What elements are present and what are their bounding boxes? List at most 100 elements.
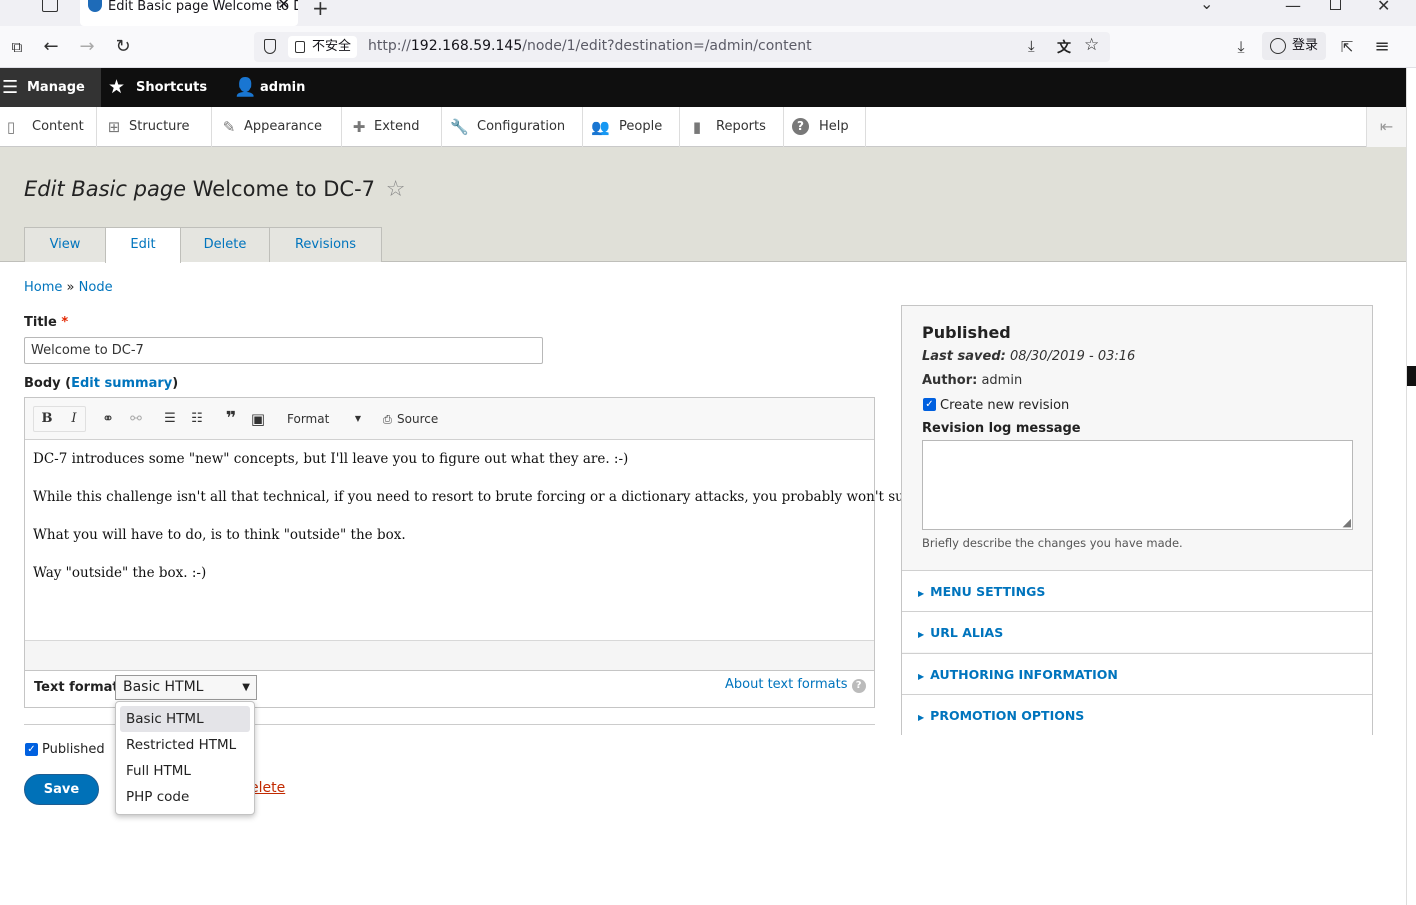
format-label: Format: [287, 412, 330, 426]
format-option[interactable]: Full HTML: [120, 758, 250, 784]
appearance-icon: ✎: [222, 118, 236, 136]
tracking-protection-icon[interactable]: [264, 39, 276, 54]
translate-icon[interactable]: 文: [1057, 37, 1071, 57]
bold-icon[interactable]: B: [37, 409, 57, 429]
bookmark-star-icon[interactable]: ☆: [1084, 35, 1099, 55]
extensions-icon[interactable]: ⇱: [1334, 34, 1360, 60]
downloads-icon[interactable]: ⤓: [1228, 34, 1254, 60]
blockquote-icon[interactable]: ❞: [221, 409, 241, 429]
reload-icon[interactable]: ↻: [110, 34, 136, 60]
tray-item-help[interactable]: ? Help: [784, 107, 866, 147]
minimize-icon[interactable]: —: [1285, 0, 1301, 15]
promotion-options-toggle[interactable]: ▶ Promotion options: [902, 694, 1372, 735]
source-button[interactable]: ⎙ Source: [381, 409, 443, 429]
body-label: Body (Edit summary): [24, 376, 179, 391]
help-icon: ?: [792, 118, 809, 135]
about-text-formats[interactable]: About text formats ?: [725, 677, 866, 693]
login-label: 登录: [1292, 38, 1319, 53]
body-paragraph: Way "outside" the box. :-): [33, 565, 207, 581]
user-button[interactable]: 👤 admin: [234, 68, 305, 107]
url-text[interactable]: http://192.168.59.145/node/1/edit?destin…: [368, 38, 812, 54]
tray-item-structure[interactable]: ⊞ Structure: [97, 107, 212, 147]
bulleted-list-icon[interactable]: ☰: [160, 409, 180, 429]
tab-delete[interactable]: Delete: [180, 227, 270, 262]
tray-label: Reports: [716, 119, 766, 134]
author-info: Author: admin: [922, 373, 1023, 388]
breadcrumb-node[interactable]: Node: [79, 280, 113, 295]
authoring-information-toggle[interactable]: ▶ Authoring information: [902, 653, 1372, 694]
manage-button[interactable]: ☰ Manage: [0, 68, 101, 107]
required-mark: *: [61, 315, 69, 330]
drupal-toolbar: ☰ Manage ★ Shortcuts 👤 admin: [0, 68, 1406, 107]
breadcrumb-separator: »: [66, 280, 75, 295]
italic-icon[interactable]: I: [64, 409, 84, 429]
shortcuts-button[interactable]: ★ Shortcuts: [108, 68, 207, 107]
tray-item-configuration[interactable]: 🔧 Configuration: [442, 107, 583, 147]
back-icon[interactable]: ←: [38, 34, 64, 60]
tray-item-appearance[interactable]: ✎ Appearance: [212, 107, 342, 147]
edit-summary-link[interactable]: Edit summary: [71, 376, 172, 391]
shortcuts-label: Shortcuts: [136, 80, 208, 95]
list-all-tabs-icon[interactable]: ⌄: [1200, 0, 1213, 13]
forward-icon[interactable]: →: [74, 34, 100, 60]
format-dropdown[interactable]: Format ▼: [281, 409, 371, 429]
browser-tab[interactable]: Edit Basic page Welcome to D ✕: [80, 0, 298, 26]
expand-triangle-icon: ▶: [918, 672, 925, 681]
breadcrumb-home[interactable]: Home: [24, 280, 62, 295]
tab-list-icon[interactable]: [42, 0, 58, 12]
editor-path-bar: [25, 640, 874, 670]
new-revision-checkbox[interactable]: ✓: [923, 398, 936, 411]
account-button[interactable]: 登录: [1262, 32, 1326, 60]
help-icon: ?: [851, 679, 866, 693]
close-tab-icon[interactable]: ✕: [277, 0, 290, 12]
title-input[interactable]: Welcome to DC-7: [24, 337, 543, 364]
tab-revisions[interactable]: Revisions: [269, 227, 382, 262]
link-icon[interactable]: ⚭: [98, 409, 118, 429]
editor-content[interactable]: DC-7 introduces some "new" concepts, but…: [25, 440, 948, 640]
format-option[interactable]: PHP code: [120, 784, 250, 810]
scrollbar-thumb[interactable]: [1407, 366, 1416, 386]
shortcut-star-icon[interactable]: ☆: [386, 177, 406, 202]
tab-edit[interactable]: Edit: [105, 227, 181, 263]
tray-item-reports[interactable]: ▮ Reports: [680, 107, 784, 147]
unlink-icon[interactable]: ⚯: [126, 409, 146, 429]
tray-label: Configuration: [477, 119, 566, 134]
title-label: Title *: [24, 315, 69, 330]
published-label: Published: [42, 742, 105, 757]
revision-log-textarea[interactable]: ◢: [922, 440, 1353, 530]
resize-handle-icon[interactable]: ◢: [1343, 516, 1351, 529]
text-format-label: Text format: [34, 680, 119, 695]
tray-item-people[interactable]: 👥 People: [583, 107, 680, 147]
maximize-icon[interactable]: [1330, 0, 1341, 10]
save-page-icon[interactable]: ⤓: [1028, 37, 1035, 55]
user-label: admin: [260, 80, 306, 95]
tray-item-content[interactable]: ▯ Content: [0, 107, 97, 147]
sidebar-toggle-icon[interactable]: ⧉: [4, 34, 30, 60]
menu-settings-toggle[interactable]: ▶ Menu settings: [902, 570, 1372, 611]
connection-not-secure[interactable]: 不安全: [288, 36, 358, 58]
revision-log-label: Revision log message: [922, 421, 1081, 436]
tab-view[interactable]: View: [24, 227, 106, 262]
star-icon: ★: [108, 76, 126, 98]
save-button[interactable]: Save: [24, 774, 99, 805]
url-bar[interactable]: 不安全 http://192.168.59.145/node/1/edit?de…: [254, 32, 1110, 62]
new-tab-icon[interactable]: +: [312, 0, 329, 20]
text-format-select[interactable]: Basic HTML ▼: [115, 675, 257, 700]
source-label: Source: [397, 412, 439, 426]
manage-label: Manage: [27, 80, 85, 95]
body-paragraph: DC-7 introduces some "new" concepts, but…: [33, 451, 629, 467]
delete-link[interactable]: elete: [250, 780, 285, 796]
url-alias-toggle[interactable]: ▶ URL alias: [902, 611, 1372, 652]
chevron-down-icon: ▼: [354, 414, 361, 423]
published-checkbox[interactable]: ✓: [25, 743, 38, 756]
format-option[interactable]: Restricted HTML: [120, 732, 250, 758]
image-icon[interactable]: ▣: [248, 409, 268, 429]
close-window-icon[interactable]: ✕: [1377, 0, 1390, 15]
hamburger-icon: ☰: [2, 77, 19, 98]
format-option[interactable]: Basic HTML: [120, 706, 250, 732]
collapse-tray-icon[interactable]: ⇤: [1366, 107, 1406, 147]
numbered-list-icon[interactable]: ☷: [187, 409, 207, 429]
tray-item-extend[interactable]: ✚ Extend: [342, 107, 442, 147]
about-text-formats-link[interactable]: About text formats: [725, 677, 848, 692]
menu-icon[interactable]: ≡: [1369, 34, 1395, 60]
